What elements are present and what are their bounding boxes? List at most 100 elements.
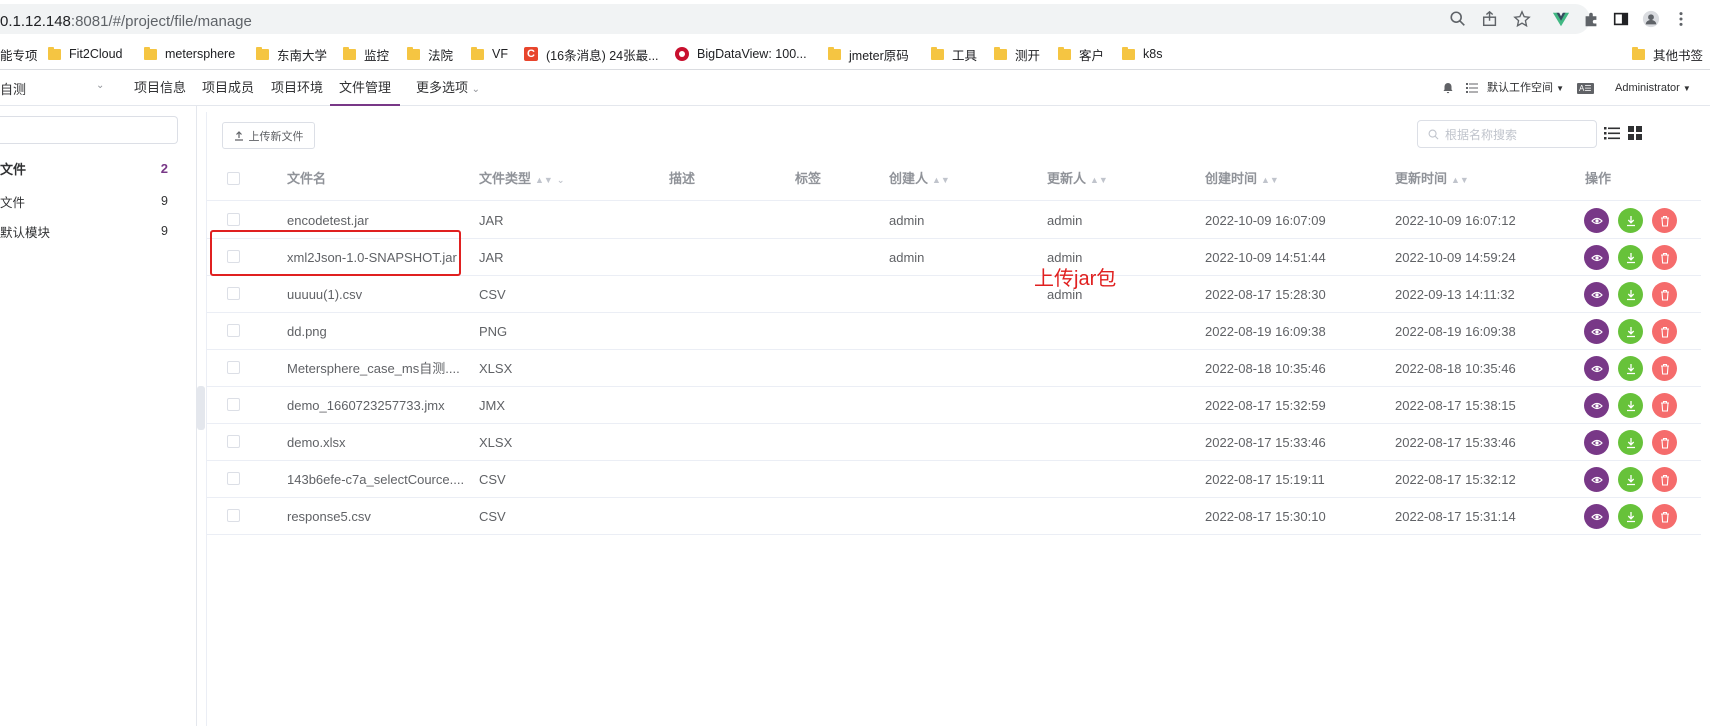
bookmark-item[interactable]: BigDataView: 100...: [675, 44, 807, 64]
language-switch[interactable]: A☰: [1577, 70, 1594, 106]
bookmark-star-icon[interactable]: [1506, 8, 1538, 30]
nav-more-options[interactable]: 更多选项 ⌄: [416, 70, 480, 106]
download-button[interactable]: [1618, 393, 1643, 418]
grid-view-icon[interactable]: [1626, 124, 1646, 144]
user-menu[interactable]: Administrator ▼: [1615, 70, 1691, 106]
bookmark-item[interactable]: metersphere: [144, 44, 235, 64]
nav-project-info[interactable]: 项目信息: [134, 70, 186, 106]
sidebar-resize-handle[interactable]: [197, 386, 205, 430]
delete-button[interactable]: [1652, 467, 1677, 492]
profile-avatar-icon[interactable]: [1636, 8, 1666, 30]
download-button[interactable]: [1618, 282, 1643, 307]
upload-file-button[interactable]: 上传新文件: [222, 122, 315, 149]
preview-button[interactable]: [1584, 504, 1609, 529]
bookmark-item[interactable]: 法院: [407, 44, 453, 64]
delete-button[interactable]: [1652, 356, 1677, 381]
workspace-select[interactable]: 默认工作空间 ▼: [1487, 70, 1564, 106]
workspace-list-icon[interactable]: [1466, 70, 1478, 106]
preview-button[interactable]: [1584, 208, 1609, 233]
sort-icon[interactable]: ▲▼: [932, 175, 950, 185]
file-search-input[interactable]: 根据名称搜索: [1417, 120, 1597, 148]
col-updater[interactable]: 更新人 ▲▼: [1047, 157, 1108, 201]
bookmark-item[interactable]: 能专项: [0, 44, 38, 64]
delete-button[interactable]: [1652, 504, 1677, 529]
preview-button[interactable]: [1584, 319, 1609, 344]
col-file-type[interactable]: 文件类型 ▲▼ ⌄: [479, 157, 564, 201]
bookmark-item[interactable]: Fit2Cloud: [48, 44, 123, 64]
delete-button[interactable]: [1652, 282, 1677, 307]
file-name-cell[interactable]: dd.png: [287, 313, 467, 350]
module-tree-item[interactable]: 默认模块 9: [0, 219, 180, 243]
download-button[interactable]: [1618, 504, 1643, 529]
bookmark-item[interactable]: jmeter原码: [828, 44, 909, 64]
table-row[interactable]: 143b6efe-c7a_selectCource.... CSV 2022-08-…: [207, 461, 1701, 498]
bell-icon[interactable]: [1442, 70, 1454, 106]
download-button[interactable]: [1618, 430, 1643, 455]
url-text[interactable]: 0.1.12.148:8081/#/project/file/manage: [0, 13, 252, 30]
row-checkbox[interactable]: [227, 324, 240, 337]
nav-file-manage[interactable]: 文件管理: [330, 70, 401, 106]
bookmark-item[interactable]: VF: [471, 44, 508, 64]
row-checkbox[interactable]: [227, 509, 240, 522]
menu-kebab-icon[interactable]: [1666, 8, 1696, 30]
preview-button[interactable]: [1584, 245, 1609, 270]
col-created-time[interactable]: 创建时间 ▲▼: [1205, 157, 1279, 201]
filter-chevron-icon[interactable]: ⌄: [557, 175, 565, 185]
select-all-checkbox[interactable]: [227, 172, 240, 185]
nav-project-env[interactable]: 项目环境: [271, 70, 323, 106]
table-row[interactable]: uuuuu(1).csv CSV admin 2022-08-17 15:28:30 2…: [207, 276, 1701, 313]
extensions-icon[interactable]: [1576, 8, 1606, 30]
vue-devtools-icon[interactable]: [1546, 8, 1576, 30]
delete-button[interactable]: [1652, 245, 1677, 270]
bookmark-item[interactable]: 测开: [994, 44, 1040, 64]
row-checkbox[interactable]: [227, 398, 240, 411]
bookmark-item[interactable]: C (16条消息) 24张最...: [524, 44, 659, 64]
download-button[interactable]: [1618, 208, 1643, 233]
row-checkbox[interactable]: [227, 361, 240, 374]
bookmark-item[interactable]: 东南大学: [256, 44, 327, 64]
file-name-cell[interactable]: uuuuu(1).csv: [287, 276, 467, 313]
preview-button[interactable]: [1584, 467, 1609, 492]
module-search-input[interactable]: [0, 116, 178, 144]
file-name-cell[interactable]: response5.csv: [287, 498, 467, 535]
row-checkbox[interactable]: [227, 287, 240, 300]
table-row[interactable]: demo.xlsx XLSX 2022-08-17 15:33:46 2022-08-…: [207, 424, 1701, 461]
chevron-down-icon[interactable]: ⌄: [96, 80, 104, 91]
project-select[interactable]: 自测: [0, 79, 26, 98]
download-button[interactable]: [1618, 245, 1643, 270]
preview-button[interactable]: [1584, 282, 1609, 307]
module-tree-root[interactable]: 文件 2: [0, 156, 180, 180]
bookmark-other[interactable]: 其他书签: [1632, 44, 1703, 64]
download-button[interactable]: [1618, 319, 1643, 344]
row-checkbox[interactable]: [227, 213, 240, 226]
download-button[interactable]: [1618, 467, 1643, 492]
bookmark-item[interactable]: 客户: [1058, 44, 1104, 64]
delete-button[interactable]: [1652, 430, 1677, 455]
url-field[interactable]: 0.1.12.148:8081/#/project/file/manage: [0, 4, 1590, 34]
table-row[interactable]: dd.png PNG 2022-08-19 16:09:38 2022-08-19 1…: [207, 313, 1701, 350]
file-name-cell[interactable]: demo_1660723257733.jmx: [287, 387, 467, 424]
bookmark-item[interactable]: 监控: [343, 44, 389, 64]
side-panel-icon[interactable]: [1606, 8, 1636, 30]
delete-button[interactable]: [1652, 319, 1677, 344]
preview-button[interactable]: [1584, 356, 1609, 381]
table-row[interactable]: Metersphere_case_ms自测.... XLSX 2022-08-18 …: [207, 350, 1701, 387]
zoom-icon[interactable]: [1442, 8, 1474, 30]
col-updated-time[interactable]: 更新时间 ▲▼: [1395, 157, 1469, 201]
file-name-cell[interactable]: 143b6efe-c7a_selectCource....: [287, 461, 467, 498]
share-icon[interactable]: [1474, 8, 1506, 30]
col-creator[interactable]: 创建人 ▲▼: [889, 157, 950, 201]
delete-button[interactable]: [1652, 208, 1677, 233]
row-checkbox[interactable]: [227, 472, 240, 485]
file-name-cell[interactable]: Metersphere_case_ms自测....: [287, 350, 467, 387]
sort-icon[interactable]: ▲▼: [1261, 175, 1279, 185]
sort-icon[interactable]: ▲▼: [1090, 175, 1108, 185]
sort-icon[interactable]: ▲▼: [535, 175, 553, 185]
module-tree-item[interactable]: 文件 9: [0, 189, 180, 213]
row-checkbox[interactable]: [227, 435, 240, 448]
preview-button[interactable]: [1584, 393, 1609, 418]
table-row[interactable]: demo_1660723257733.jmx JMX 2022-08-17 15:3…: [207, 387, 1701, 424]
download-button[interactable]: [1618, 356, 1643, 381]
table-row[interactable]: response5.csv CSV 2022-08-17 15:30:10 2022-…: [207, 498, 1701, 535]
nav-project-members[interactable]: 项目成员: [202, 70, 254, 106]
